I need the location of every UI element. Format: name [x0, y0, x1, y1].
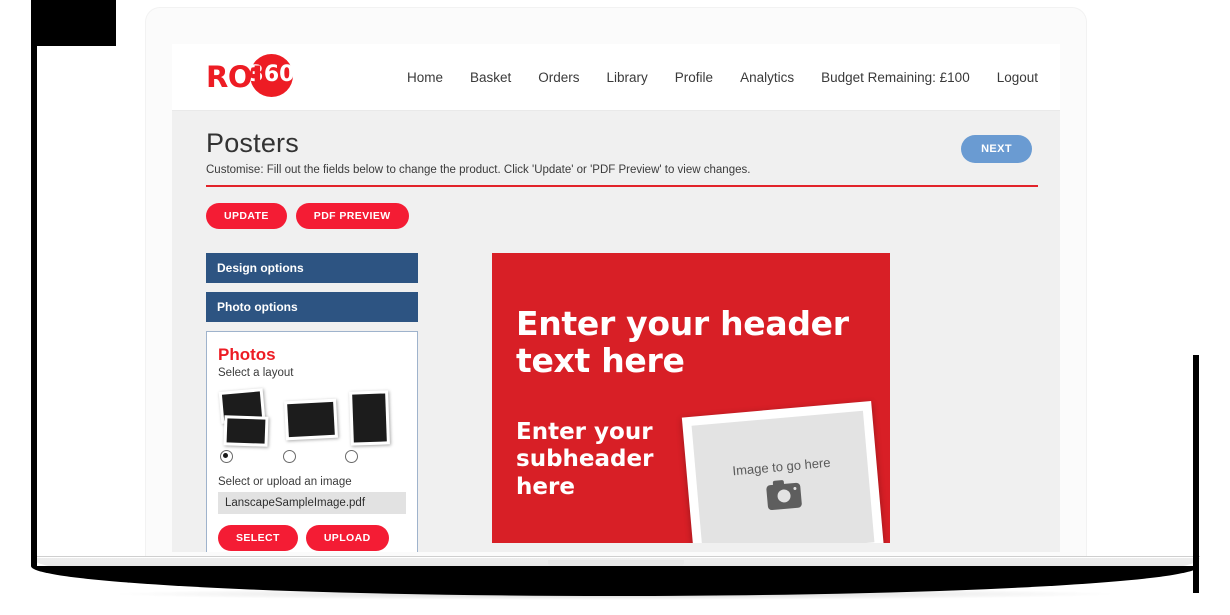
- image-filename-input-1[interactable]: [218, 491, 406, 514]
- options-column: Design options Photo options Photos Sele…: [206, 252, 418, 552]
- nav-item-orders[interactable]: Orders: [538, 70, 579, 85]
- select-image-button-1[interactable]: SELECT: [218, 524, 298, 551]
- upload-image-button-1[interactable]: UPLOAD: [305, 524, 389, 551]
- layout-radio-cell-2: [281, 449, 344, 463]
- customiser-layout: Design options Photo options Photos Sele…: [206, 252, 1038, 552]
- section-header-photo-options[interactable]: Photo options: [206, 291, 418, 322]
- page-body: UPDATE PDF PREVIEW Design options Photo …: [172, 186, 1060, 552]
- preview-column: Enter your header text here Enter your s…: [418, 252, 1038, 552]
- photo-thumb-icon: [284, 398, 338, 441]
- nav-item-profile[interactable]: Profile: [675, 70, 713, 85]
- select-layout-label: Select a layout: [218, 366, 294, 379]
- nav-item-home[interactable]: Home: [407, 70, 443, 85]
- image-field-buttons-1: SELECT UPLOAD: [218, 524, 406, 551]
- layout-option-two-tilted-photos[interactable]: [218, 387, 280, 447]
- camera-lens: [777, 488, 792, 503]
- layout-option-single-portrait-photo[interactable]: [342, 388, 404, 446]
- layout-radio-single-portrait-photo[interactable]: [345, 449, 359, 463]
- nav-item-logout[interactable]: Logout: [997, 70, 1038, 85]
- layout-radio-group: [218, 449, 406, 463]
- nav-budget-remaining: Budget Remaining: £100: [821, 69, 970, 85]
- capture-crop-overlay-right: [1193, 355, 1199, 593]
- next-button[interactable]: NEXT: [961, 135, 1032, 163]
- camera-icon: [766, 481, 803, 510]
- poster-subheader-text: Enter your subheader here: [516, 418, 654, 500]
- photos-panel: Photos Select a layout Select or upload …: [206, 330, 418, 552]
- page-header-block: Posters Customise: Fill out the fields b…: [172, 111, 1060, 187]
- poster-image-placeholder[interactable]: Image to go here: [681, 400, 885, 543]
- page-head: Posters Customise: Fill out the fields b…: [206, 128, 1038, 176]
- nav-item-analytics[interactable]: Analytics: [740, 70, 794, 85]
- page-title: Posters: [206, 128, 299, 158]
- photo-thumb-icon: [349, 390, 390, 446]
- layout-radio-two-tilted-photos[interactable]: [220, 449, 233, 463]
- image-field-label-1: Select or upload an image: [218, 475, 352, 488]
- poster-preview[interactable]: Enter your header text here Enter your s…: [492, 252, 890, 543]
- web-application: ROI 360 Home Basket Orders Library Profi…: [172, 44, 1060, 552]
- photos-panel-title: Photos: [218, 344, 276, 364]
- screenshot-stage: ROI 360 Home Basket Orders Library Profi…: [0, 0, 1230, 615]
- poster-image-placeholder-inner: Image to go here: [691, 410, 875, 543]
- layout-thumbnails: [218, 387, 406, 447]
- site-header: ROI 360 Home Basket Orders Library Profi…: [172, 44, 1060, 111]
- action-button-row: UPDATE PDF PREVIEW: [206, 202, 1038, 229]
- layout-option-single-landscape-photo[interactable]: [280, 388, 342, 446]
- camera-flash-dot: [793, 486, 797, 490]
- update-button[interactable]: UPDATE: [206, 202, 287, 229]
- logo-text-roi: ROI: [206, 59, 263, 94]
- poster-header-text: Enter your header text here: [516, 303, 849, 380]
- page-subtitle: Customise: Fill out the fields below to …: [206, 163, 751, 176]
- nav-item-basket[interactable]: Basket: [470, 70, 511, 85]
- main-navigation: Home Basket Orders Library Profile Analy…: [407, 70, 1038, 85]
- capture-crop-overlay-left: [31, 46, 37, 566]
- section-header-design-options[interactable]: Design options: [206, 252, 418, 283]
- laptop-screen: ROI 360 Home Basket Orders Library Profi…: [172, 44, 1060, 552]
- poster-image-placeholder-text: Image to go here: [731, 454, 832, 479]
- roi360-logo[interactable]: ROI 360: [206, 54, 356, 99]
- layout-radio-single-landscape-photo[interactable]: [282, 449, 296, 463]
- layout-radio-cell-3: [343, 449, 406, 463]
- capture-crop-overlay-top-left: [31, 0, 116, 46]
- layout-radio-cell-1: [218, 449, 281, 463]
- nav-item-library[interactable]: Library: [607, 70, 648, 85]
- pdf-preview-button[interactable]: PDF PREVIEW: [295, 202, 409, 229]
- photo-thumb-icon: [223, 414, 269, 447]
